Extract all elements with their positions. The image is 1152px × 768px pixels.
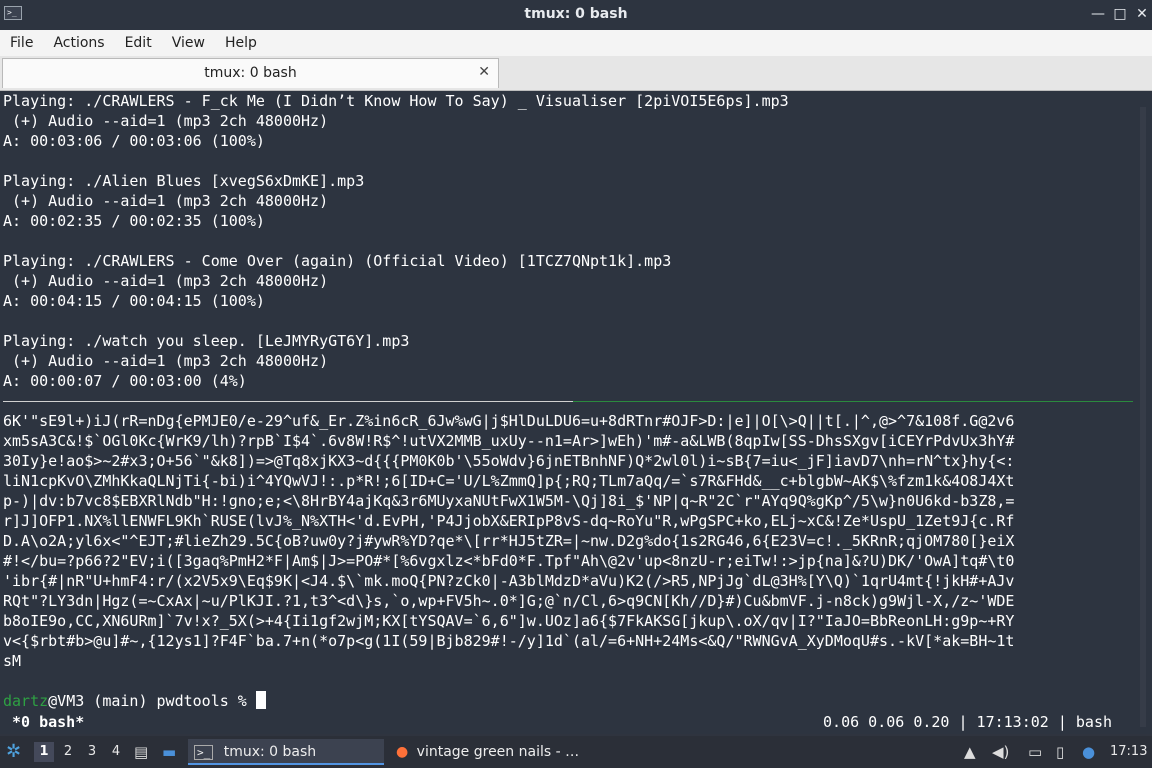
player-output-line: (+) Audio --aid=1 (mp3 2ch 48000Hz) (3, 192, 329, 210)
player-output-line: (+) Audio --aid=1 (mp3 2ch 48000Hz) (3, 112, 329, 130)
task-firefox-label: vintage green nails - … (416, 744, 580, 760)
show-desktop-icon[interactable]: ▬ (162, 736, 176, 768)
workspace-4[interactable]: 4 (106, 742, 126, 762)
task-firefox[interactable]: ● vintage green nails - … (392, 739, 588, 765)
window-title: tmux: 0 bash (524, 6, 628, 22)
player-output-line: A: 00:02:35 / 00:02:35 (100%) (3, 212, 265, 230)
random-output-line: 'ibr{#|nR"U+hmF4:r/(x2V5x9\Eq$9K|<J4.$\`… (3, 572, 1015, 590)
terminal-task-icon: >_ (194, 745, 214, 760)
random-output-line: r]J]OFP1.NX%llENWFL9Kh`RUSE(lvJ%_N%XTH<'… (3, 512, 1015, 530)
tmux-status-bar: *0 bash* 0.06 0.06 0.20 | 17:13:02 | bas… (0, 711, 1152, 733)
player-output-line: A: 00:00:07 / 00:03:00 (4%) (3, 372, 247, 390)
network-icon[interactable]: ▭ (1028, 736, 1042, 768)
menu-file[interactable]: File (0, 35, 43, 51)
tab-strip: tmux: 0 bash ✕ (0, 56, 1152, 91)
menu-bar: File Actions Edit View Help (0, 30, 1152, 56)
clipboard-icon[interactable]: ▯ (1056, 736, 1064, 768)
pane-separator[interactable] (3, 401, 1133, 402)
minimize-button[interactable]: — (1088, 4, 1108, 24)
player-output-line: Playing: ./Alien Blues [xvegS6xDmKE].mp3 (3, 172, 365, 190)
task-terminal-label: tmux: 0 bash (223, 744, 317, 760)
player-output-line: A: 00:03:06 / 00:03:06 (100%) (3, 132, 265, 150)
random-output-line: xm5sA3C&!$`OGl0Kc{WrK9/lh)?rpB`I$4`.6v8W… (3, 432, 1015, 450)
scrollbar[interactable] (1140, 107, 1146, 727)
workspace-1[interactable]: 1 (34, 742, 54, 762)
random-output-line: sM (3, 652, 22, 670)
random-output-line: RQt"?LY3dn|Hgz(=~CxAx|~u/PlKJI.?1,t3^<d\… (3, 592, 1015, 610)
window-titlebar[interactable]: >_ tmux: 0 bash — □ ✕ (0, 0, 1152, 30)
tab-tmux[interactable]: tmux: 0 bash ✕ (2, 58, 499, 88)
player-output-line: (+) Audio --aid=1 (mp3 2ch 48000Hz) (3, 352, 329, 370)
menu-help[interactable]: Help (215, 35, 267, 51)
terminal-area[interactable]: Playing: ./CRAWLERS - F_ck Me (I Didn’t … (0, 91, 1152, 734)
workspace-2[interactable]: 2 (58, 742, 78, 762)
maximize-button[interactable]: □ (1110, 4, 1130, 24)
random-output-line: #!</bu=?p66?2"EV;i([3gaq%PmH2*F|Am$|J>=P… (3, 552, 1015, 570)
menu-actions[interactable]: Actions (43, 35, 114, 51)
start-menu-icon[interactable]: ✲ (6, 736, 21, 768)
close-button[interactable]: ✕ (1132, 4, 1152, 24)
random-output-line: liN1cpKvO\ZMhKkaQLNjTi{-bi)i^4YQwVJ!:.p*… (3, 472, 1015, 490)
random-output-line: 30Iy}e!ao$>~2#x3;O+56`"&k8])=>@Tq8xjKX3~… (3, 452, 1015, 470)
taskbar: ✲ 1 2 3 4 ▤ ▬ >_ tmux: 0 bash ● vintage … (0, 736, 1152, 768)
player-output-line: Playing: ./CRAWLERS - F_ck Me (I Didn’t … (3, 92, 789, 110)
tab-label: tmux: 0 bash (204, 65, 297, 81)
tab-close-icon[interactable]: ✕ (478, 64, 490, 80)
prompt-host-path: @VM3 (main) pwdtools % (48, 692, 256, 710)
player-output-line: Playing: ./watch you sleep. [LeJMYRyGT6Y… (3, 332, 410, 350)
random-output-line: p-)|dv:b7vc8$EBXRlNdb"H:!gno;e;<\8HrBY4a… (3, 492, 1015, 510)
file-manager-icon[interactable]: ▤ (134, 736, 148, 768)
player-output-line: A: 00:04:15 / 00:04:15 (100%) (3, 292, 265, 310)
clock[interactable]: 17:13 (1110, 736, 1147, 768)
firefox-icon: ● (396, 744, 409, 760)
menu-view[interactable]: View (162, 35, 215, 51)
player-output-line: Playing: ./CRAWLERS - Come Over (again) … (3, 252, 672, 270)
tray-upload-icon[interactable]: ▲ (964, 736, 976, 768)
random-output-line: D.A\o2A;yl6x<"^EJT;#lieZh29.5C{oB?uw0y?j… (3, 532, 1015, 550)
tmux-window-list[interactable]: *0 bash* (12, 711, 84, 733)
player-output-line: (+) Audio --aid=1 (mp3 2ch 48000Hz) (3, 272, 329, 290)
prompt-user: dartz (3, 692, 49, 710)
volume-icon[interactable]: ◀) (992, 736, 1009, 768)
random-output-line: b8oIE9o,CC,XN6URm]`7v!x?_5X(>+4{Ii1gf2wj… (3, 612, 1015, 630)
terminal-cursor (255, 691, 266, 709)
random-output-line: v<{$rbt#b>@u]#~,{12ys1]?F4F`ba.7+n(*o7p<… (3, 632, 1015, 650)
tmux-status-right: 0.06 0.06 0.20 | 17:13:02 | bash (823, 713, 1112, 731)
random-output-line: 6K'"sE9l+)iJ(rR=nDg{ePMJE0/e-29^uf&_Er.Z… (3, 412, 1015, 430)
shell-prompt[interactable]: dartz@VM3 (main) pwdtools % (3, 691, 266, 711)
notification-icon[interactable]: ● (1082, 736, 1095, 768)
task-terminal[interactable]: >_ tmux: 0 bash (188, 739, 384, 765)
menu-edit[interactable]: Edit (115, 35, 162, 51)
workspace-3[interactable]: 3 (82, 742, 102, 762)
